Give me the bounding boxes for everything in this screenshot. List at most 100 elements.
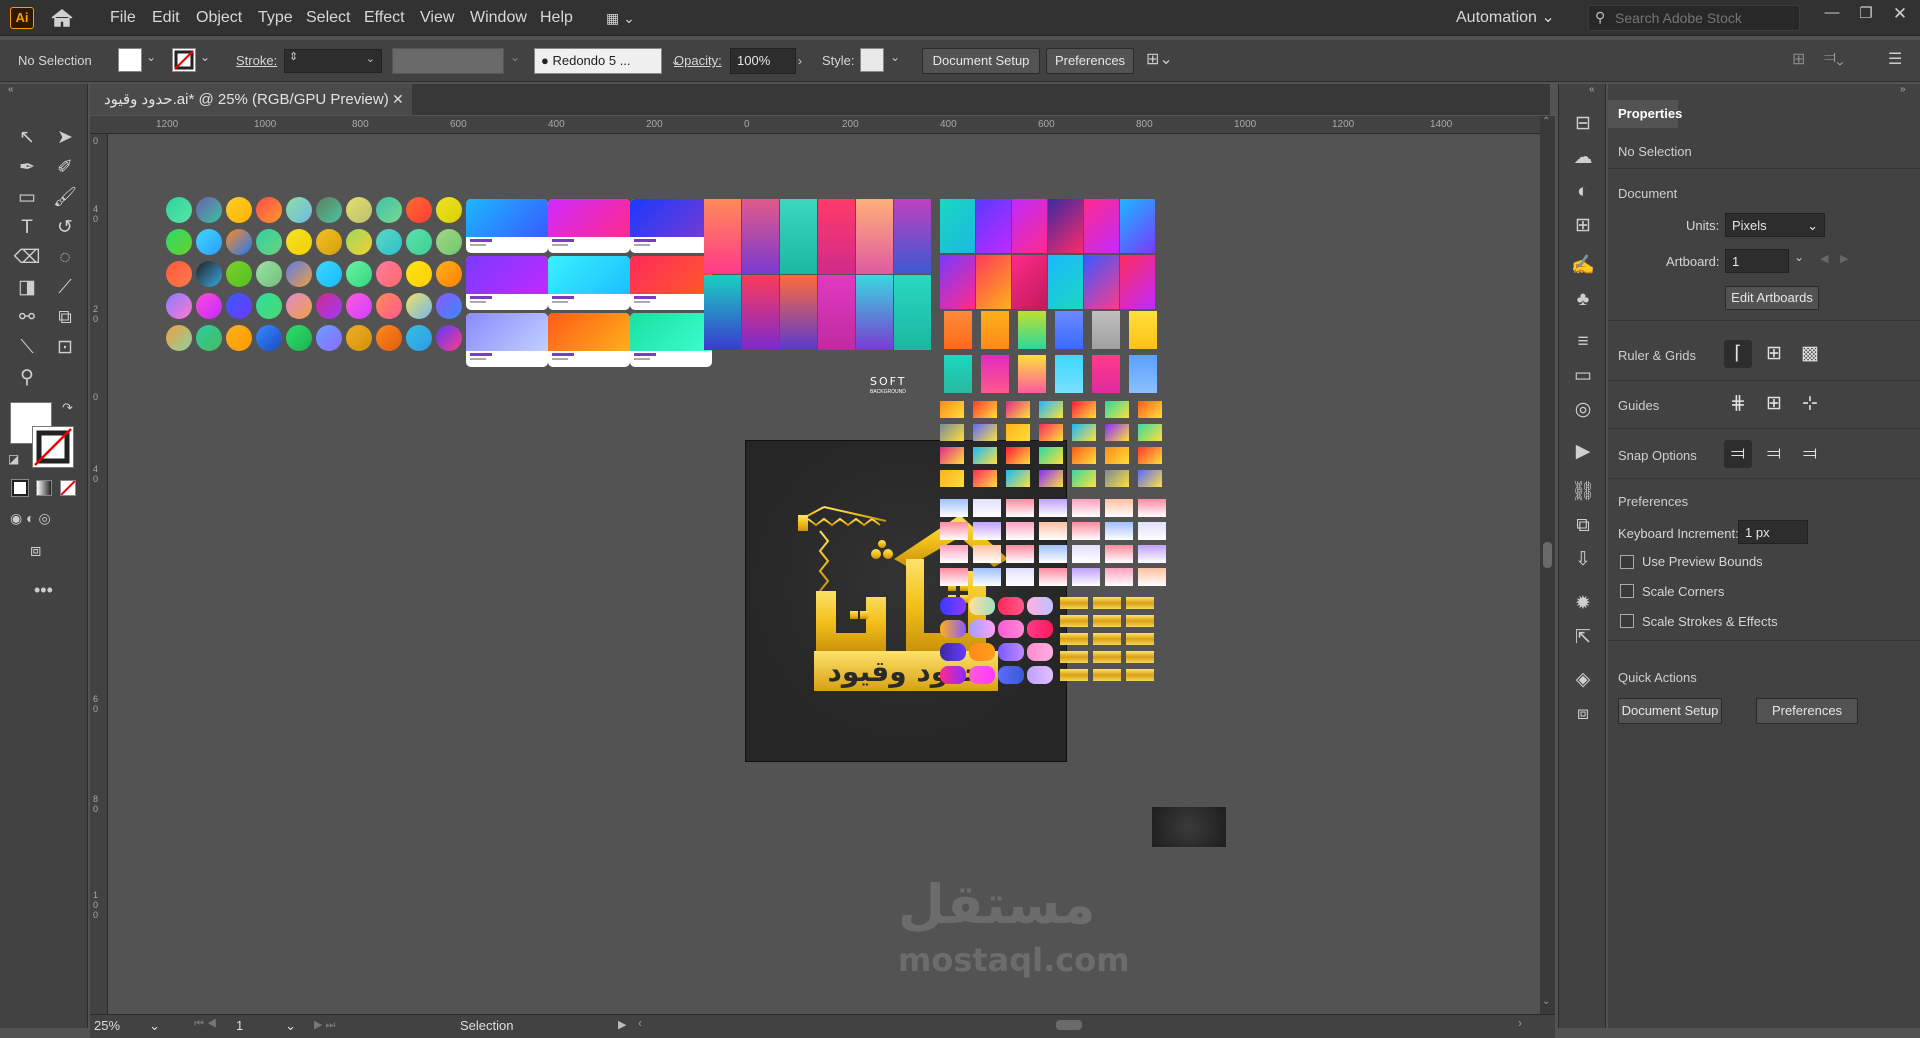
- stock-search[interactable]: ⚲: [1588, 5, 1800, 31]
- snap-to-pixel-icon[interactable]: ⫤: [1760, 440, 1788, 468]
- collapse-arrows-icon[interactable]: «: [8, 84, 14, 95]
- artboard-select[interactable]: 1: [1725, 249, 1789, 273]
- links-panel-icon[interactable]: ⛓: [1571, 480, 1595, 504]
- scroll-up-icon[interactable]: ⌃: [1542, 116, 1550, 127]
- selection-tool-icon[interactable]: ↖: [12, 124, 42, 152]
- menu-effect[interactable]: Effect: [358, 0, 411, 36]
- menu-view[interactable]: View: [414, 0, 460, 36]
- lock-guides-icon[interactable]: ⊞: [1760, 390, 1788, 418]
- collapse-arrows-icon[interactable]: »: [1900, 84, 1906, 95]
- snap-to-point-icon[interactable]: ⫤: [1724, 440, 1752, 468]
- menu-edit[interactable]: Edit: [146, 0, 186, 36]
- artboard-prev-icon[interactable]: ◀: [1820, 252, 1828, 265]
- stroke-label[interactable]: Stroke:: [236, 48, 277, 74]
- transform-icon[interactable]: ⫤⌄: [1824, 49, 1844, 67]
- draw-mode-icon[interactable]: ◉ ◐ ◎: [10, 510, 51, 527]
- home-icon[interactable]: [50, 8, 74, 28]
- brush-definition[interactable]: ● Redondo 5 ... ⌄: [534, 48, 681, 74]
- artboards-panel-icon[interactable]: ⧉: [1571, 514, 1595, 538]
- workspace-dropdown[interactable]: Automation ⌄: [1456, 0, 1555, 36]
- swap-colors-icon[interactable]: ↷: [62, 400, 73, 416]
- menu-window[interactable]: Window: [464, 0, 533, 36]
- chevron-right-icon[interactable]: ›: [798, 49, 812, 73]
- transform-panel-icon[interactable]: ✹: [1571, 592, 1595, 616]
- curvature-tool-icon[interactable]: ✐: [50, 154, 80, 182]
- align-icon[interactable]: ⊞: [1792, 49, 1805, 69]
- status-menu-icon[interactable]: ▶: [618, 1018, 626, 1031]
- menu-file[interactable]: File: [104, 0, 142, 36]
- shape-builder-tool-icon[interactable]: ⧉: [50, 304, 80, 332]
- opacity-input[interactable]: 100%: [730, 48, 796, 74]
- document-tab[interactable]: حدود وقيود.ai* @ 25% (RGB/GPU Preview) ✕: [90, 84, 412, 115]
- transparency-grid-icon[interactable]: ▩: [1796, 340, 1824, 368]
- workspace-switcher-icon[interactable]: ▦ ⌄: [606, 10, 646, 26]
- preferences-button[interactable]: Preferences: [1046, 48, 1134, 74]
- stroke-swatch[interactable]: [172, 48, 196, 72]
- appearance-panel-icon[interactable]: ◎: [1571, 398, 1595, 422]
- chevron-down-icon[interactable]: ⌄: [890, 50, 900, 64]
- close-window-button[interactable]: ✕: [1888, 4, 1912, 28]
- chevron-down-icon[interactable]: ⌄: [200, 50, 210, 64]
- chevron-down-icon[interactable]: ⌄: [1794, 250, 1804, 264]
- artboard-nav-last-icon[interactable]: ▶ ⏭: [314, 1018, 335, 1032]
- zoom-tool-icon[interactable]: ⚲: [12, 364, 42, 392]
- guides-icon[interactable]: ⋕: [1724, 390, 1752, 418]
- swatches-panel-icon[interactable]: ⊞: [1571, 214, 1595, 238]
- hscroll-right-icon[interactable]: ›: [1518, 1016, 1522, 1030]
- hscroll-thumb[interactable]: [1056, 1020, 1082, 1030]
- scroll-down-icon[interactable]: ⌄: [1542, 996, 1550, 1007]
- units-select[interactable]: Pixels ⌄: [1725, 213, 1825, 237]
- search-input[interactable]: [1615, 8, 1795, 28]
- canvas[interactable]: SOFT BACKGROUND حدود وقيود مستقل mostaql…: [108, 135, 1540, 1014]
- restore-button[interactable]: ❐: [1854, 4, 1878, 28]
- collapse-arrows-icon[interactable]: «: [1589, 84, 1595, 95]
- symbols-panel-icon[interactable]: ♣: [1571, 288, 1595, 312]
- layers-panel-icon[interactable]: ◈: [1571, 668, 1595, 692]
- stroke-color-box[interactable]: [32, 426, 74, 468]
- smart-guides-icon[interactable]: ⊹: [1796, 390, 1824, 418]
- eyedropper-tool-icon[interactable]: ⟋: [50, 274, 80, 302]
- gradient-tool-icon[interactable]: ◨: [12, 274, 42, 302]
- pen-tool-icon[interactable]: ✒: [12, 154, 42, 182]
- artboard-tool-icon[interactable]: ⊡: [50, 334, 80, 362]
- artboard-number-select[interactable]: 1 ⌄: [236, 1017, 300, 1035]
- minimize-button[interactable]: —: [1820, 4, 1844, 28]
- rulers-icon[interactable]: ⌈: [1724, 340, 1752, 368]
- color-mode-icon[interactable]: [11, 479, 29, 497]
- scroll-thumb[interactable]: [1543, 542, 1552, 568]
- stroke-panel-icon[interactable]: ≡: [1571, 330, 1595, 354]
- blend-tool-icon[interactable]: ⚯: [12, 304, 42, 332]
- color-panel-icon[interactable]: ◐: [1571, 180, 1595, 204]
- export-panel-icon[interactable]: ⇱: [1571, 626, 1595, 650]
- opacity-label[interactable]: Opacity:: [674, 48, 722, 74]
- zoom-select[interactable]: 25% ⌄: [94, 1017, 164, 1035]
- menu-select[interactable]: Select: [300, 0, 356, 36]
- use-preview-bounds-checkbox[interactable]: [1620, 555, 1634, 569]
- knife-tool-icon[interactable]: ⟍: [12, 334, 42, 362]
- quick-preferences-button[interactable]: Preferences: [1756, 698, 1858, 724]
- more-tools-icon[interactable]: •••: [34, 580, 53, 601]
- scale-strokes-checkbox[interactable]: [1620, 614, 1634, 628]
- close-tab-icon[interactable]: ✕: [392, 84, 404, 115]
- rotate-tool-icon[interactable]: ↺: [50, 214, 80, 242]
- properties-panel-icon[interactable]: ⊟: [1571, 112, 1595, 136]
- menu-object[interactable]: Object: [190, 0, 248, 36]
- type-tool-icon[interactable]: T: [12, 214, 42, 242]
- default-colors-icon[interactable]: ◪: [8, 452, 19, 466]
- chevron-down-icon[interactable]: ⌄: [146, 50, 156, 64]
- keyboard-increment-input[interactable]: 1 px: [1738, 520, 1808, 544]
- actions-panel-icon[interactable]: ▶: [1571, 440, 1595, 464]
- artboard-nav-first-icon[interactable]: ⏮ ◀: [194, 1018, 217, 1031]
- grid-icon[interactable]: ⊞: [1760, 340, 1788, 368]
- hscroll-left-icon[interactable]: ‹: [638, 1016, 642, 1030]
- document-setup-button[interactable]: Document Setup: [922, 48, 1040, 74]
- gradient-mode-icon[interactable]: [36, 480, 52, 496]
- brushes-panel-icon[interactable]: ✍: [1571, 254, 1595, 278]
- scale-corners-checkbox[interactable]: [1620, 584, 1634, 598]
- fill-swatch[interactable]: [118, 48, 142, 72]
- menu-icon[interactable]: ☰: [1888, 49, 1902, 69]
- asset-export-panel-icon[interactable]: ⇩: [1571, 548, 1595, 572]
- none-mode-icon[interactable]: [60, 480, 76, 496]
- chevron-down-icon[interactable]: ⌄: [510, 50, 520, 64]
- eraser-tool-icon[interactable]: ⌫: [12, 244, 42, 272]
